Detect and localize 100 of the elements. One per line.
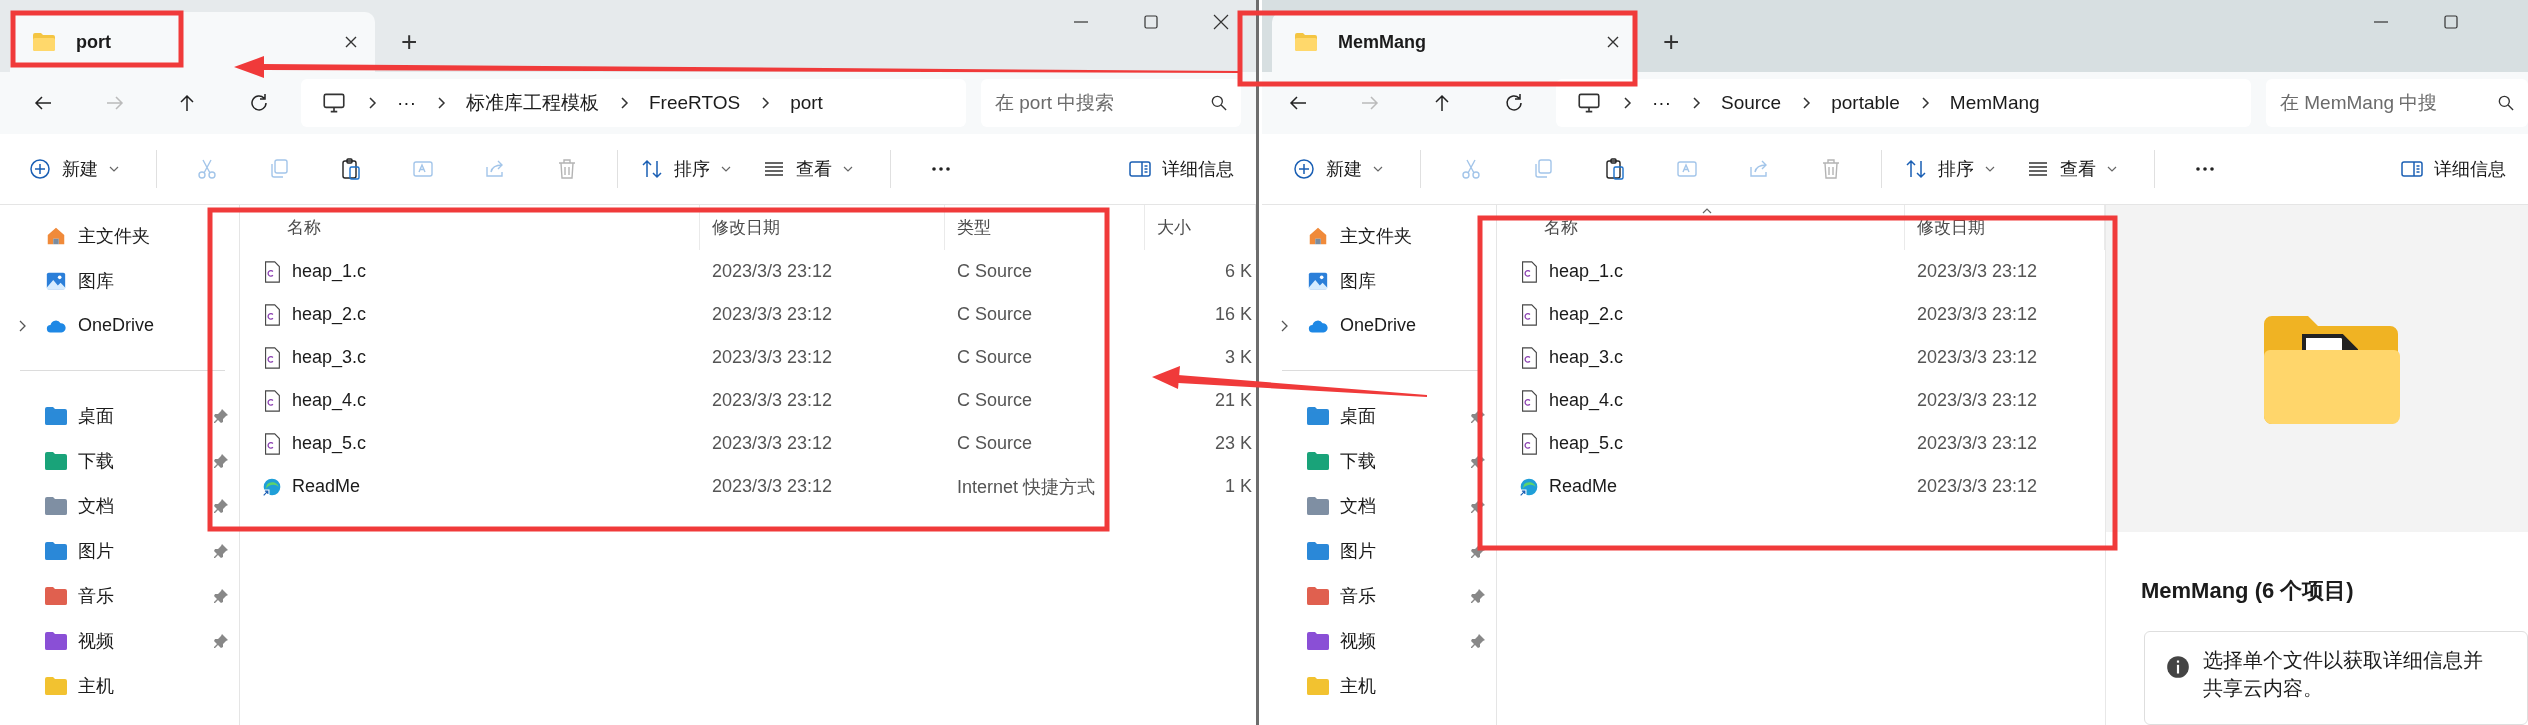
sidebar-item[interactable]: 文档 [1262,483,1496,528]
address-bar[interactable]: ··· 标准库工程模板 FreeRTOS port [301,79,966,127]
details-button[interactable]: 详细信息 [2392,151,2514,187]
file-name[interactable]: heap_1.c [1549,261,1624,282]
breadcrumb-item[interactable]: Source [1721,92,1782,114]
sidebar-item[interactable]: 图片 [0,528,239,573]
c-file-icon [1519,346,1539,369]
sort-button[interactable]: 排序 [1896,151,2004,187]
table-cell: 3 K [1224,347,1252,368]
file-name[interactable]: heap_2.c [292,304,367,325]
file-name[interactable]: heap_2.c [1549,304,1624,325]
c-file-icon [1519,303,1539,326]
file-name[interactable]: heap_5.c [1549,433,1624,454]
pin-icon[interactable] [213,407,229,424]
file-name[interactable]: heap_4.c [292,390,367,411]
breadcrumb-item[interactable]: portable [1831,92,1900,114]
table-cell: C Source [957,261,1033,282]
file-name[interactable]: heap_3.c [1549,347,1624,368]
breadcrumb-item[interactable]: port [790,92,823,114]
pin-icon[interactable] [213,542,229,559]
table-cell: C Source [957,347,1033,368]
c-file-icon [262,432,282,455]
sidebar-item[interactable]: OneDrive [0,303,239,348]
sidebar-item[interactable]: 视频 [0,618,239,663]
breadcrumb-overflow[interactable]: ··· [1652,92,1671,114]
sidebar-item[interactable]: 图片 [1262,528,1496,573]
folder-icon [1306,449,1330,472]
column-header[interactable]: 修改日期 [1905,216,1985,239]
folder-icon [1306,584,1330,607]
sidebar-item[interactable]: 桌面 [0,393,239,438]
table-cell: 2023/3/3 23:12 [1917,261,2038,282]
search-field[interactable]: 在 MemMang 中搜 [2266,79,2528,127]
folder-icon [1306,629,1330,652]
address-bar[interactable]: ··· Source portable MemMang [1556,79,2251,127]
sidebar-item[interactable]: 主机 [0,663,239,708]
pin-icon[interactable] [213,587,229,604]
pin-icon[interactable] [213,632,229,649]
column-header[interactable]: 大小 [1145,216,1191,239]
file-name[interactable]: heap_1.c [292,261,367,282]
breadcrumb-item[interactable]: MemMang [1949,92,2040,114]
chevron-icon [619,95,629,111]
sidebar-item[interactable]: 视频 [1262,618,1496,663]
sort-button[interactable]: 排序 [632,151,740,187]
new-button[interactable]: 新建 [1284,151,1392,187]
caret-icon [842,165,854,173]
column-header[interactable]: 名称 [240,216,321,239]
sidebar-item[interactable]: 文档 [0,483,239,528]
file-name[interactable]: heap_4.c [1549,390,1624,411]
new-tab-button[interactable]: + [1655,26,1688,58]
sidebar-item[interactable]: 主文件夹 [1262,213,1496,258]
sidebar-item[interactable]: 下载 [0,438,239,483]
c-file-icon [1519,432,1539,455]
folder-icon [44,494,68,517]
c-file-icon [262,260,282,283]
folder-icon [1306,404,1330,427]
folder-icon [44,674,68,697]
sort-icon [640,157,664,181]
breadcrumb-item[interactable]: FreeRTOS [649,92,741,114]
sidebar-item[interactable]: 图库 [1262,258,1496,303]
new-button[interactable]: 新建 [20,151,128,187]
table-cell: 2023/3/3 23:12 [1917,476,2038,497]
table-cell: 2023/3/3 23:12 [712,261,833,282]
caret-icon [1372,165,1384,173]
table-cell: 2023/3/3 23:12 [712,347,833,368]
column-header[interactable]: 修改日期 [700,216,780,239]
breadcrumb-overflow[interactable]: ··· [397,92,416,114]
sidebar-item[interactable]: 下载 [1262,438,1496,483]
folder-icon [1294,32,1318,52]
file-name[interactable]: heap_5.c [292,433,367,454]
folder-icon [2262,313,2402,424]
column-header[interactable]: 名称 [1497,216,1578,239]
new-tab-button[interactable]: + [393,26,426,58]
sidebar-item[interactable]: 音乐 [0,573,239,618]
file-name[interactable]: ReadMe [292,476,361,497]
details-button[interactable]: 详细信息 [1120,151,1242,187]
sidebar-item[interactable]: 主机 [1262,663,1496,708]
column-header[interactable]: 类型 [945,216,991,239]
caret-icon [2106,165,2118,173]
chevron-icon [367,95,377,111]
file-name[interactable]: ReadMe [1549,476,1618,497]
file-name[interactable]: heap_3.c [292,347,367,368]
chevron-icon [1919,95,1930,111]
folder-icon [1306,674,1330,697]
plus-icon [28,157,52,181]
pin-icon[interactable] [213,452,229,469]
search-field[interactable]: 在 port 中搜索 [981,79,1241,127]
folder-icon [44,404,68,427]
view-button[interactable]: 查看 [754,151,862,187]
pin-icon[interactable] [213,497,229,514]
sidebar-item[interactable]: OneDrive [1262,303,1496,348]
close-icon[interactable] [1605,34,1621,50]
breadcrumb-item[interactable]: 标准库工程模板 [466,90,599,116]
view-button[interactable]: 查看 [2018,151,2126,187]
pin-icon[interactable] [1470,632,1486,649]
sidebar-item[interactable]: 图库 [0,258,239,303]
pin-icon[interactable] [1470,587,1486,604]
close-icon[interactable] [343,34,359,50]
sidebar-item[interactable]: 主文件夹 [0,213,239,258]
sidebar-item[interactable]: 音乐 [1262,573,1496,618]
sidebar-item[interactable]: 桌面 [1262,393,1496,438]
